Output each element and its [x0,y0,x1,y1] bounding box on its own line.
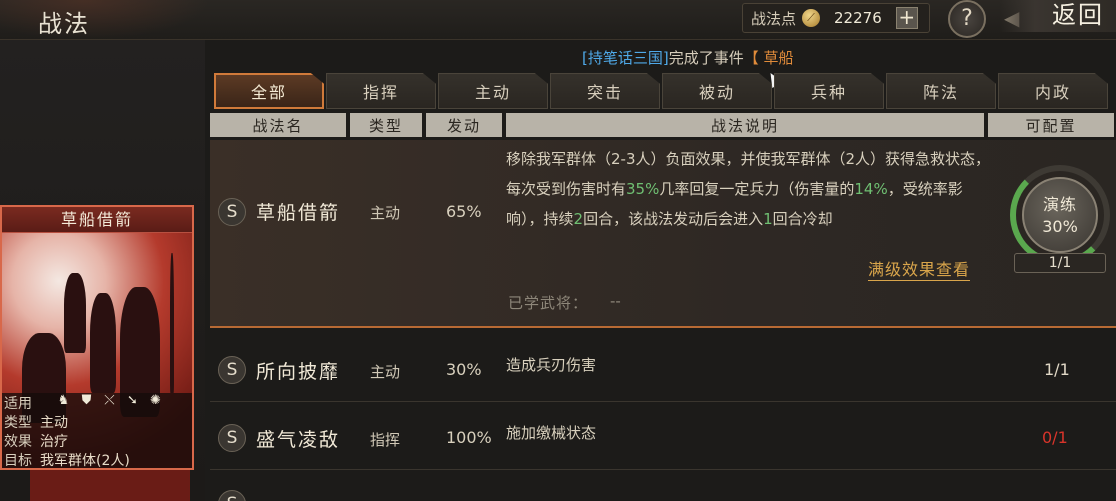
col-header-name[interactable]: 战法名 [210,113,346,137]
grade-badge: S [218,424,246,452]
back-button[interactable]: 返回 [1000,0,1116,32]
desc-value: 14% [854,180,888,198]
tab-active[interactable]: 主动 [438,73,548,109]
tactic-name: 草船借箭 [256,202,341,224]
tactic-rate: 100% [446,428,492,447]
top-bar: 战法 战法点 ⟋ 22276 + ? ◀ 返回 [0,0,1116,40]
learned-generals-value: -- [610,292,621,310]
chariot-icon: ✺ [150,393,161,408]
tab-formation[interactable]: 阵法 [886,73,996,109]
desc-value: 2 [573,210,584,228]
col-header-rate[interactable]: 发动 [426,113,502,137]
info-target: 目标 我军群体(2人) [4,450,130,469]
col-header-config[interactable]: 可配置 [988,113,1114,137]
tab-command[interactable]: 指挥 [326,73,436,109]
tactics-list: S 草船借箭 主动 65% 移除我军群体（2-3人）负面效果，并使我军群体（2人… [210,140,1116,501]
target-value: 我军群体(2人) [40,453,130,469]
title-decoration [0,0,210,40]
desc-value: 1 [763,210,773,228]
type-value: 主动 [40,415,68,431]
ticker-player: [持笔话三国] [582,49,669,67]
page-title: 战法 [38,10,90,38]
desc-text: 回合冷却 [772,210,833,228]
card-info: 适用 ♞ ⛊ ⤬ ➘ ✺ 类型 主动 效果 治疗 目标 我军群体(2人) [2,393,192,469]
tactic-row-selected[interactable]: S 草船借箭 主动 65% 移除我军群体（2-3人）负面效果，并使我军群体（2人… [210,140,1116,328]
effect-value: 治疗 [40,434,68,450]
ticker-event: 【 草船 [743,49,794,67]
learned-generals-label: 已学武将： [508,294,589,312]
train-percent: 30% [1042,217,1078,236]
apply-label: 适用 [4,396,32,412]
event-ticker: [持笔话三国]完成了事件【 草船 [582,47,862,68]
cavalry-icon: ♞ [57,393,70,408]
card-title: 草船借箭 [2,207,192,233]
figure-silhouette [90,293,116,393]
shield-icon: ⛊ [81,393,92,408]
tab-bar: 全部 指挥 主动 突击 被动 兵种 阵法 内政 [214,73,1108,109]
figure-silhouette [64,273,86,353]
tactic-row[interactable]: S 盛气凌敌 指挥 100% 施加缴械状态 0/1 [210,404,1116,470]
tactic-description: 造成兵刃伤害 [506,356,597,374]
config-count: 0/1 [1042,428,1068,447]
column-headers: 战法名 类型 发动 战法说明 可配置 [210,113,1114,137]
points-label: 战法点 [751,9,797,28]
tactic-type: 主动 [370,363,401,381]
desc-value: 35% [626,180,660,198]
spear-silhouette [170,253,174,393]
grade-badge: S [218,356,246,384]
tactic-type: 主动 [370,204,401,222]
tactic-row-partial[interactable]: S [210,476,1116,501]
desc-text: 回合，该战法发动后会进入 [583,210,764,228]
tactic-name: 盛气凌敌 [256,429,341,451]
tactic-description: 施加缴械状态 [506,424,597,442]
desc-text: 几率回复一定兵力（伤害量的 [659,180,855,198]
grade-badge: S [218,198,246,226]
config-count: 1/1 [1014,253,1106,273]
info-apply: 适用 ♞ ⛊ ⤬ ➘ ✺ [4,393,161,413]
info-type: 类型 主动 [4,412,68,432]
tactic-name: 所向披靡 [256,361,341,383]
points-value: 22276 [834,9,882,27]
unit-icons: ♞ ⛊ ⤬ ➘ ✺ [56,393,163,408]
coin-icon: ⟋ [802,9,821,27]
ticker-text: 完成了事件 [668,49,744,67]
full-effect-link[interactable]: 满级效果查看 [868,256,971,281]
tab-passive[interactable]: 被动 [662,73,772,109]
spear-icon: ➘ [127,393,138,408]
tactic-rate: 65% [446,202,482,221]
effect-label: 效果 [4,434,32,450]
tactic-rate: 30% [446,360,482,379]
grade-badge: S [218,490,246,501]
tactic-card: 草船借箭 适用 ♞ ⛊ ⤬ ➘ ✺ 类型 主动 效果 治疗 目标 我军群体(2人) [0,205,194,470]
col-header-desc: 战法说明 [506,113,984,137]
train-button[interactable]: 演练 30% [1022,177,1098,253]
tab-troop[interactable]: 兵种 [774,73,884,109]
tactic-points-display: 战法点 ⟋ 22276 + [742,3,930,33]
next-card-peek[interactable] [30,470,190,501]
tactic-type: 指挥 [370,431,401,449]
info-effect: 效果 治疗 [4,431,68,451]
tab-internal[interactable]: 内政 [998,73,1108,109]
tactic-row[interactable]: S 所向披靡 主动 30% 造成兵刃伤害 1/1 [210,340,1116,402]
config-count: 1/1 [1044,360,1070,379]
bow-icon: ⤬ [104,393,115,408]
tab-assault[interactable]: 突击 [550,73,660,109]
tactic-description: 移除我军群体（2-3人）负面效果，并使我军群体（2人）获得急救状态，每次受到伤害… [506,144,992,234]
target-label: 目标 [4,453,32,469]
train-widget: 演练 30% 1/1 [1010,165,1110,275]
tab-all[interactable]: 全部 [214,73,324,109]
add-points-button[interactable]: + [895,7,918,29]
help-button[interactable]: ? [948,0,986,38]
col-header-type[interactable]: 类型 [350,113,422,137]
type-label: 类型 [4,415,32,431]
train-label: 演练 [1042,195,1077,214]
